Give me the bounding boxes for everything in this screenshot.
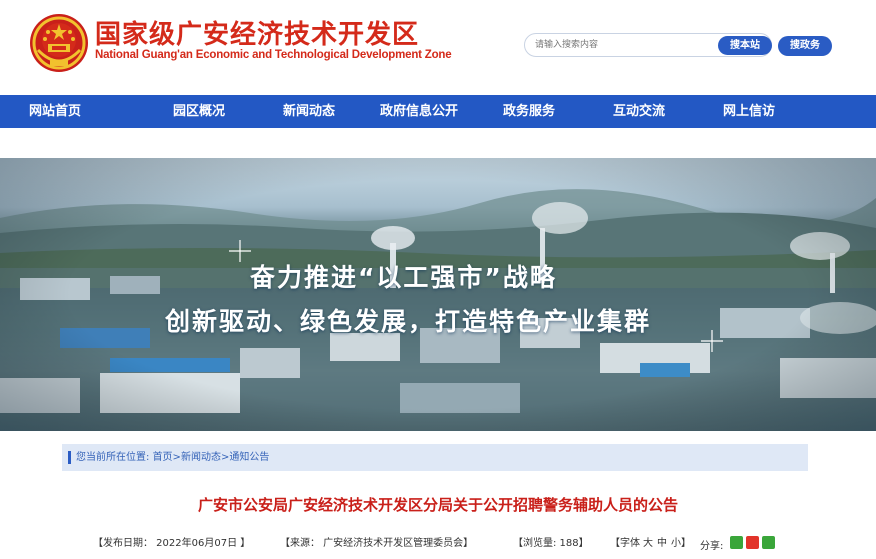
publish-date: 【发布日期： 2022年06月07日 】 [93, 538, 251, 549]
share-label: 分享: [700, 541, 724, 552]
site-logo-title[interactable]: 国家级广安经济技术开发区 [95, 14, 419, 51]
font-size-small[interactable]: 小】 [671, 534, 691, 549]
nav-item-petition[interactable]: 网上信访 [694, 95, 804, 128]
national-emblem-icon[interactable] [28, 12, 90, 74]
site-logo-subtitle[interactable]: National Guang'an Economic and Technolog… [95, 49, 452, 61]
industrial-park-image [0, 158, 876, 431]
nav-item-gov-services[interactable]: 政务服务 [474, 95, 584, 128]
font-size-medium[interactable]: 中 [657, 534, 667, 549]
site-header: 国家级广安经济技术开发区 National Guang'an Economic … [0, 0, 876, 95]
main-nav: 网站首页 园区概况 新闻动态 政府信息公开 政务服务 互动交流 网上信访 [0, 95, 876, 128]
search-input[interactable] [525, 34, 715, 56]
search-services-button[interactable]: 搜政务 [778, 36, 832, 56]
font-size-label: 【字体 [610, 538, 640, 549]
breadcrumb: 您当前所在位置: 首页>新闻动态>通知公告 [62, 444, 808, 471]
nav-item-home[interactable]: 网站首页 [29, 95, 144, 128]
nav-item-gov-info[interactable]: 政府信息公开 [364, 95, 474, 128]
weibo-share-icon[interactable] [746, 536, 759, 549]
breadcrumb-prefix: 您当前所在位置: [76, 452, 150, 463]
font-size-large[interactable]: 大 [643, 534, 653, 549]
wechat-share-icon[interactable] [730, 536, 743, 549]
article-source: 【来源： 广安经济技术开发区管理委员会】 [280, 538, 474, 549]
breadcrumb-marker [68, 451, 71, 464]
search-site-button[interactable]: 搜本站 [718, 36, 772, 55]
banner-slogan-line2: 创新驱动、绿色发展，打造特色产业集群 [165, 307, 652, 336]
search-box: 搜本站 [524, 33, 772, 57]
qq-share-icon[interactable] [762, 536, 775, 549]
article-title: 广安市公安局广安经济技术开发区分局关于公开招聘警务辅助人员的公告 [197, 496, 678, 514]
hero-banner [0, 158, 876, 431]
breadcrumb-path[interactable]: 首页>新闻动态>通知公告 [153, 452, 270, 463]
nav-item-news[interactable]: 新闻动态 [254, 95, 364, 128]
banner-slogan-line1: 奋力推进“以工强市”战略 [250, 263, 557, 292]
nav-item-park-overview[interactable]: 园区概况 [144, 95, 254, 128]
nav-item-interaction[interactable]: 互动交流 [584, 95, 694, 128]
view-count: 【浏览量: 188】 [513, 538, 589, 549]
